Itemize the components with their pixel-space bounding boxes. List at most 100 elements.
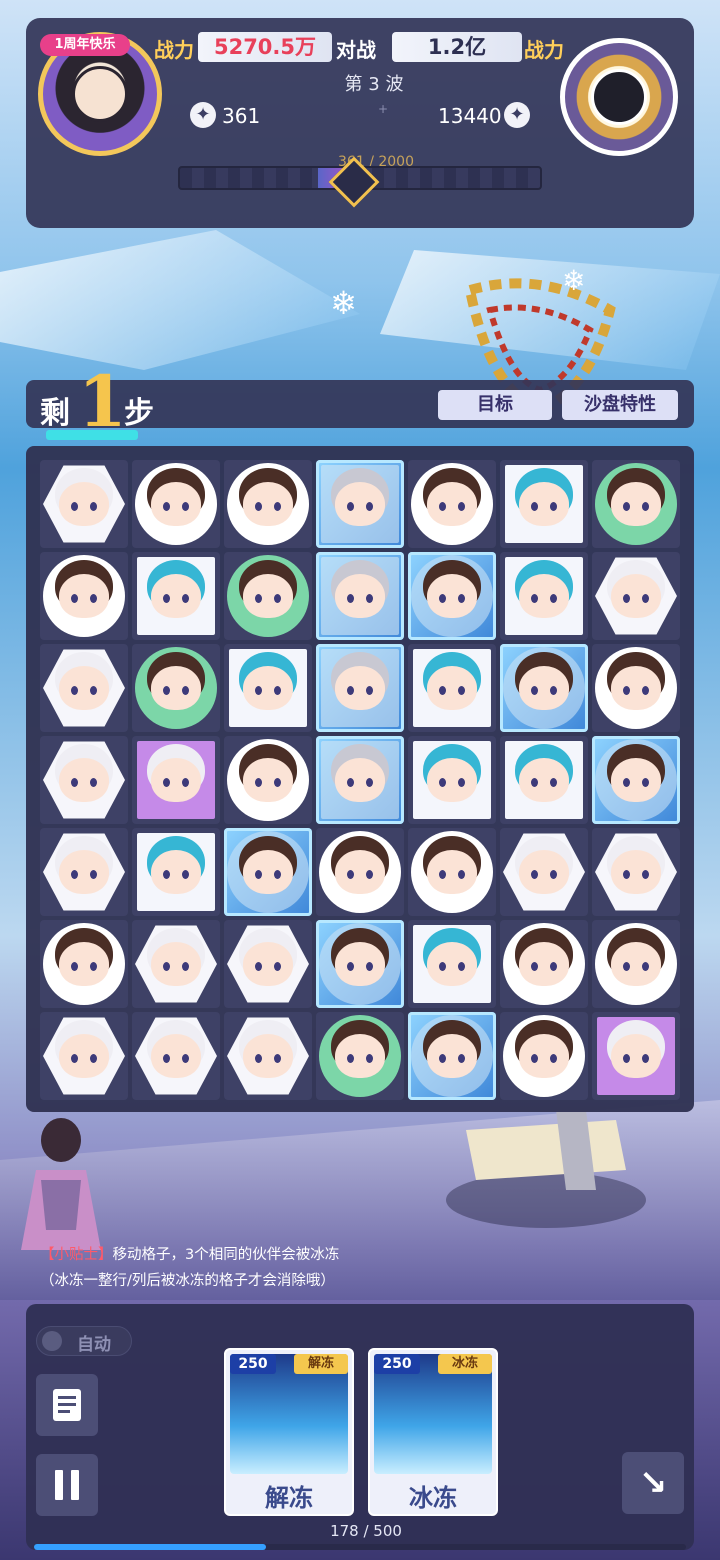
board-cell[interactable]: [592, 460, 680, 548]
board-cell[interactable]: [592, 1012, 680, 1100]
board-cell[interactable]: [40, 460, 128, 548]
tip-line-1: 移动格子，3个相同的伙伴会被冰冻: [112, 1247, 340, 1263]
board-cell[interactable]: [408, 552, 496, 640]
enemy-avatar[interactable]: [560, 38, 678, 156]
brown-circle-token: [595, 463, 677, 545]
character-face: [151, 942, 201, 986]
board-cell[interactable]: [40, 920, 128, 1008]
board-cell[interactable]: [408, 920, 496, 1008]
board-cell[interactable]: [592, 552, 680, 640]
brown-ice-token: [411, 555, 493, 637]
special-square-token: [597, 1017, 675, 1095]
skill-card-freeze[interactable]: 250 冰冻 冰冻: [368, 1348, 498, 1516]
white-hex-token: [503, 833, 585, 911]
board-cell[interactable]: [500, 736, 588, 824]
board-cell[interactable]: [40, 552, 128, 640]
gray-ice-token: [321, 649, 399, 727]
board-cell[interactable]: [316, 736, 404, 824]
board-cell[interactable]: [500, 644, 588, 732]
board-cell[interactable]: [132, 644, 220, 732]
enemy-count: 13440: [438, 104, 502, 128]
arrow-down-right-icon: ↘: [638, 1463, 668, 1503]
log-button[interactable]: [36, 1374, 98, 1436]
gray-ice-token: [321, 741, 399, 819]
board-cell[interactable]: [592, 828, 680, 916]
cyan-square-token: [137, 557, 215, 635]
board-cell[interactable]: [408, 736, 496, 824]
enemy-character-lower: [436, 1110, 656, 1230]
white-hex-token: [135, 925, 217, 1003]
board-cell[interactable]: [132, 1012, 220, 1100]
board-cell[interactable]: [500, 828, 588, 916]
board-cell[interactable]: [40, 828, 128, 916]
board-cell[interactable]: [40, 736, 128, 824]
steps-label-right: 步: [124, 396, 154, 431]
board-cell[interactable]: [592, 644, 680, 732]
board-cell[interactable]: [408, 828, 496, 916]
brown-circle-token: [227, 555, 309, 637]
collapse-button[interactable]: ↘: [622, 1452, 684, 1514]
gray-ice-token: [321, 557, 399, 635]
board-cell[interactable]: [408, 644, 496, 732]
steps-label-left: 剩: [40, 396, 70, 431]
enemy-power-value: 1.2亿: [392, 32, 522, 62]
board-cell[interactable]: [132, 460, 220, 548]
board-cell[interactable]: [224, 828, 312, 916]
auto-toggle[interactable]: 自动: [36, 1326, 132, 1356]
board-cell[interactable]: [132, 828, 220, 916]
character-face: [519, 758, 569, 802]
player-portrait: [72, 66, 128, 122]
board-cell[interactable]: [40, 1012, 128, 1100]
brown-ice-token: [411, 1015, 493, 1097]
character-face: [611, 850, 661, 894]
pause-button[interactable]: [36, 1454, 98, 1516]
sandbox-traits-button[interactable]: 沙盘特性: [562, 390, 678, 420]
brown-circle-token: [43, 923, 125, 1005]
board-cell[interactable]: [132, 552, 220, 640]
board-cell[interactable]: [500, 920, 588, 1008]
board-cell[interactable]: [316, 460, 404, 548]
board-cell[interactable]: [592, 736, 680, 824]
board-cell[interactable]: [224, 1012, 312, 1100]
board-cell[interactable]: [316, 920, 404, 1008]
brown-circle-token: [43, 555, 125, 637]
board-cell[interactable]: [408, 460, 496, 548]
board-cell[interactable]: [224, 552, 312, 640]
cyan-square-token: [413, 741, 491, 819]
auto-label: 自动: [77, 1335, 111, 1355]
board-cell[interactable]: [224, 460, 312, 548]
cyan-square-token: [505, 741, 583, 819]
board-cell[interactable]: [316, 1012, 404, 1100]
board-cell[interactable]: [224, 920, 312, 1008]
board-cell[interactable]: [500, 552, 588, 640]
brown-circle-token: [411, 831, 493, 913]
character-face: [243, 942, 293, 986]
skill-cost: 250: [230, 1354, 276, 1374]
character-face: [335, 1034, 385, 1078]
board-cell[interactable]: [500, 1012, 588, 1100]
goal-button[interactable]: 目标: [438, 390, 552, 420]
anniversary-badge: 1周年快乐: [40, 34, 130, 56]
board-cell[interactable]: [316, 828, 404, 916]
character-face: [427, 942, 477, 986]
character-face: [611, 482, 661, 526]
board-cell[interactable]: [592, 920, 680, 1008]
brown-circle-token: [319, 1015, 401, 1097]
board-cell[interactable]: [224, 644, 312, 732]
character-face: [151, 1034, 201, 1078]
enemy-portrait: [591, 69, 647, 125]
white-hex-token: [595, 833, 677, 911]
tip-line-2: （冰冻一整行/列后被冰冻的格子才会消除哦）: [40, 1273, 335, 1289]
board-cell[interactable]: [132, 920, 220, 1008]
character-face: [335, 850, 385, 894]
board-cell[interactable]: [132, 736, 220, 824]
skill-type-badge: 解冻: [294, 1354, 348, 1374]
board-cell[interactable]: [224, 736, 312, 824]
board-cell[interactable]: [500, 460, 588, 548]
board-cell[interactable]: [40, 644, 128, 732]
battle-label: 对战: [336, 38, 376, 62]
board-cell[interactable]: [316, 552, 404, 640]
board-cell[interactable]: [316, 644, 404, 732]
board-cell[interactable]: [408, 1012, 496, 1100]
skill-card-thaw[interactable]: 250 解冻 解冻: [224, 1348, 354, 1516]
